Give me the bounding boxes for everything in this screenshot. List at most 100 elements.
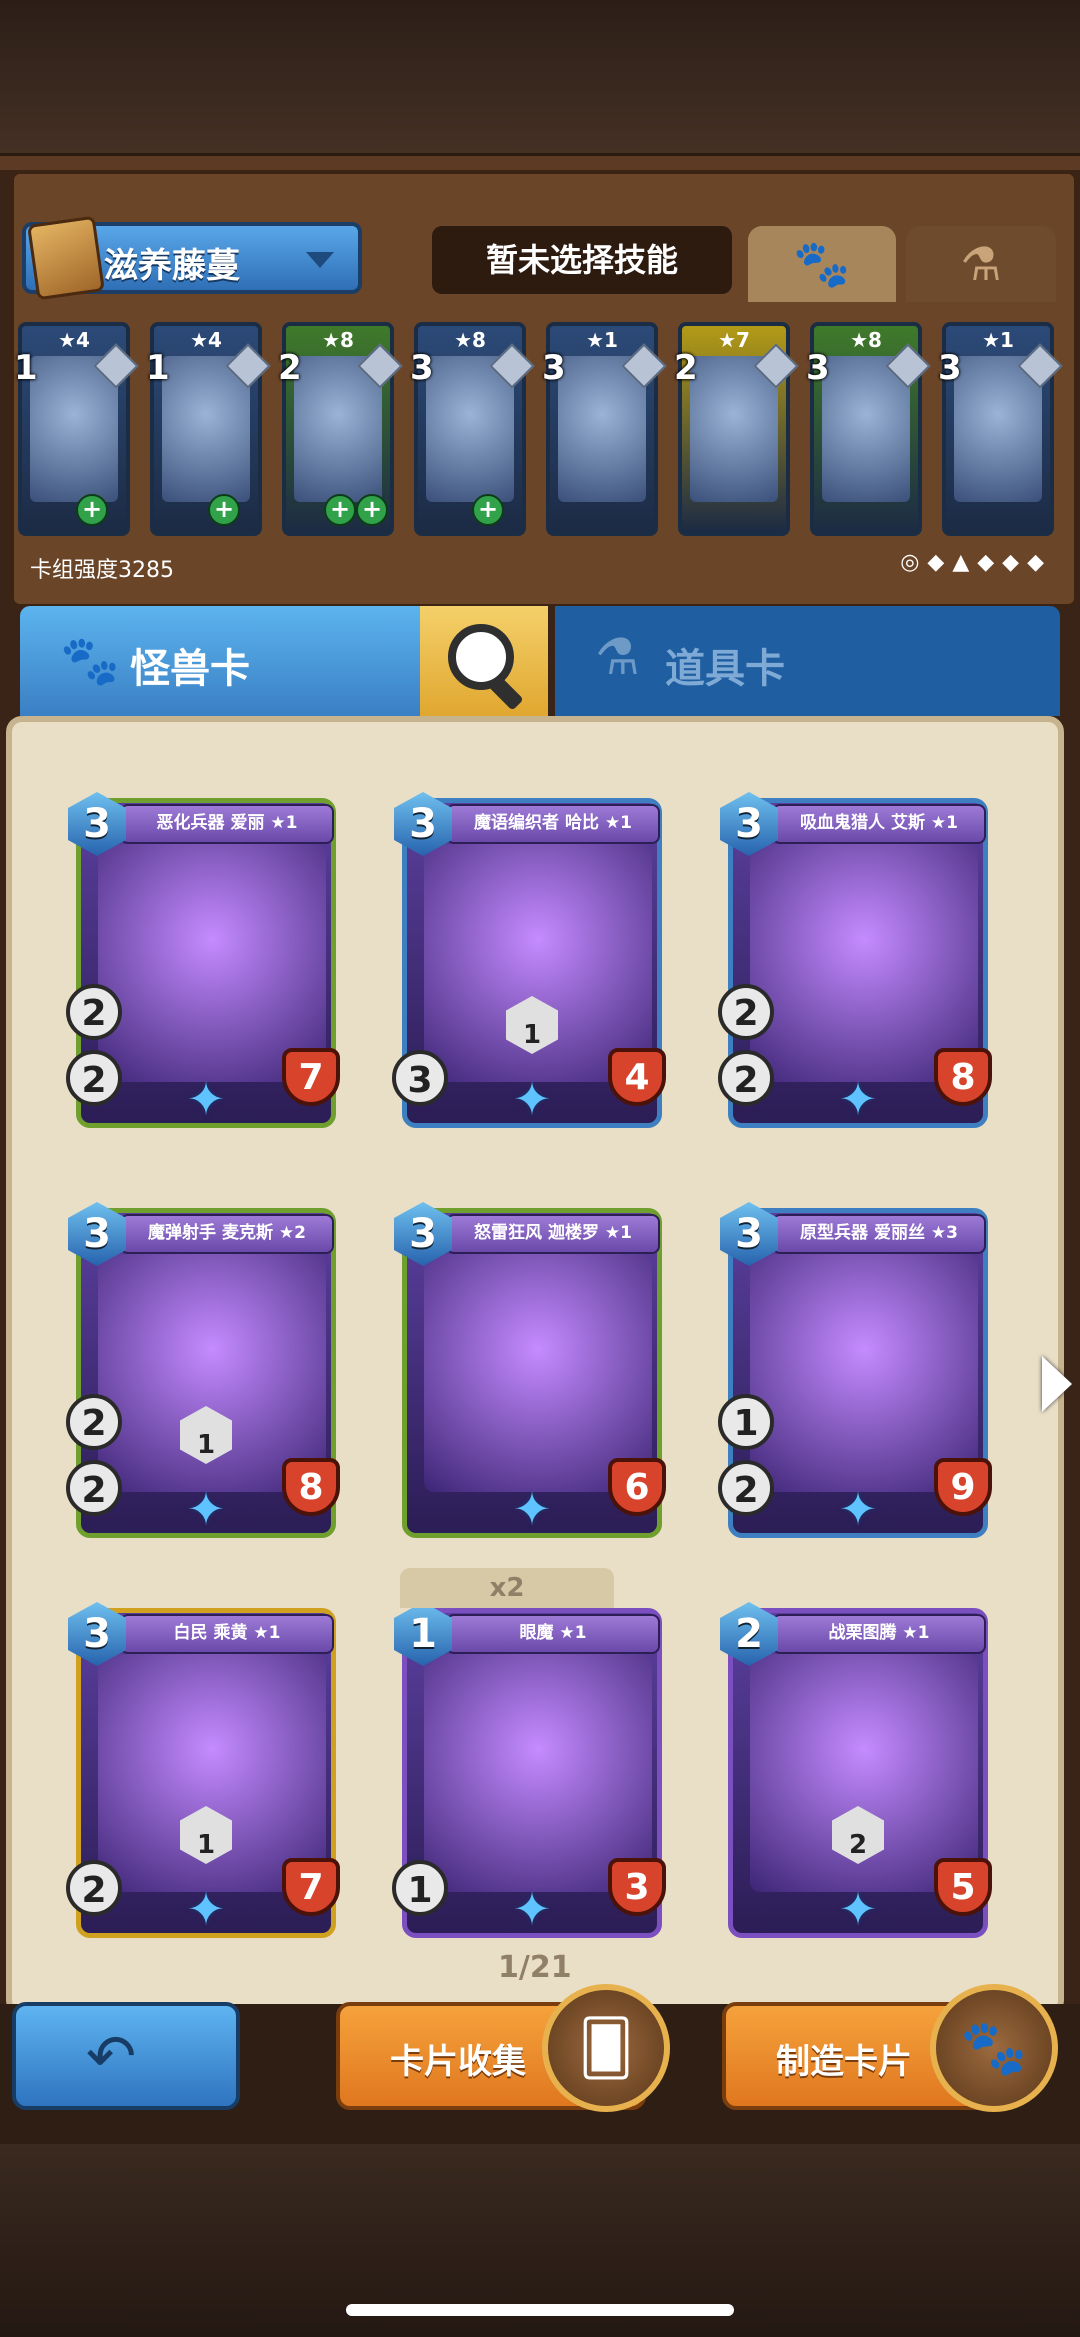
mana-cost: 1	[146, 348, 170, 388]
rarity-star-icon: ✦	[512, 1882, 552, 1936]
health-stat: 7	[282, 1858, 340, 1916]
tab-monster-label: 怪兽卡	[130, 646, 250, 692]
search-button[interactable]	[420, 606, 548, 716]
card-collection-label: 卡片收集	[390, 2042, 526, 2082]
health-stat: 8	[282, 1458, 340, 1516]
card-name: 魔语编织者 哈比 ★1	[446, 804, 660, 844]
speed-stat: 1	[718, 1394, 774, 1450]
top-wood-background	[0, 0, 1080, 170]
rarity-star-icon: ✦	[838, 1482, 878, 1536]
deck-mini-card[interactable]: ★8 3 +	[410, 322, 535, 536]
mana-cost: 2	[278, 348, 302, 388]
health-stat: 6	[608, 1458, 666, 1516]
attack-stat: 2	[718, 1460, 774, 1516]
monster-card[interactable]: 眼魔 ★1 1 1 3 ✦	[392, 1602, 666, 1938]
rarity-star-icon: ✦	[512, 1072, 552, 1126]
card-name: 吸血鬼猎人 艾斯 ★1	[772, 804, 986, 844]
paw-icon: 🐾	[60, 633, 120, 689]
tab-prop-label: 道具卡	[665, 646, 785, 692]
back-button[interactable]: ↶	[12, 2002, 240, 2110]
card-name: 眼魔 ★1	[446, 1614, 660, 1654]
mana-cost: 2	[674, 348, 698, 388]
deck-mini-card[interactable]: ★4 1 +	[146, 322, 271, 536]
deck-select-dropdown[interactable]: 滋养藤蔓	[22, 215, 362, 301]
rarity-star-icon: ✦	[838, 1882, 878, 1936]
card-type-tabs: 🐾 怪兽卡 ⚗ 道具卡	[20, 606, 1060, 716]
monster-art	[424, 1254, 652, 1492]
monster-card[interactable]: 魔语编织者 哈比 ★1 3 3 1 4 ✦	[392, 792, 666, 1128]
flask-icon: ⚗	[960, 237, 1002, 291]
deck-name: 滋养藤蔓	[104, 246, 240, 286]
monster-card[interactable]: 恶化兵器 爱丽 ★1 3 2 2 7 ✦	[66, 792, 340, 1128]
mana-cost: 3	[938, 348, 962, 388]
attack-stat: 2	[66, 1860, 122, 1916]
tab-beast-filter[interactable]: 🐾	[748, 226, 896, 302]
deck-power: 卡组强度3285	[30, 558, 174, 583]
card-name: 白民 乘黄 ★1	[120, 1614, 334, 1654]
duplicate-count: x2	[400, 1568, 614, 1608]
tab-prop-cards[interactable]: ⚗ 道具卡	[555, 606, 1060, 716]
health-stat: 3	[608, 1858, 666, 1916]
card-name: 原型兵器 爱丽丝 ★3	[772, 1214, 986, 1254]
monster-card[interactable]: 战栗图腾 ★1 2 2 5 ✦	[720, 1602, 992, 1938]
home-indicator[interactable]	[346, 2304, 734, 2316]
monster-card[interactable]: 吸血鬼猎人 艾斯 ★1 3 2 2 8 ✦	[718, 792, 992, 1128]
attack-stat: 1	[392, 1860, 448, 1916]
deck-mini-card[interactable]: ★1 3	[938, 322, 1063, 536]
health-stat: 8	[934, 1048, 992, 1106]
upgrade-plus-icon: +	[356, 494, 388, 526]
monster-card[interactable]: 白民 乘黄 ★1 3 2 1 7 ✦	[66, 1602, 340, 1938]
speed-stat: 2	[718, 984, 774, 1040]
speed-stat: 2	[66, 1394, 122, 1450]
monster-card[interactable]: 怒雷狂风 迦楼罗 ★1 3 6 ✦	[394, 1202, 666, 1538]
rarity-star-icon: ✦	[186, 1072, 226, 1126]
mana-cost: 3	[806, 348, 830, 388]
element-icons: ◎◆▲◆◆◆	[900, 550, 1052, 575]
deck-mini-card[interactable]: ★4 1 +	[14, 322, 139, 536]
deck-mini-card[interactable]: ★8 2 + +	[278, 322, 403, 536]
page-indicator: 1/21	[498, 1950, 572, 1985]
rarity-star-icon: ✦	[512, 1482, 552, 1536]
back-arrow-icon: ↶	[86, 2022, 137, 2092]
skill-select-button[interactable]: 暂未选择技能	[432, 226, 732, 294]
craft-card-label: 制造卡片	[776, 2042, 912, 2082]
upgrade-plus-icon: +	[76, 494, 108, 526]
monster-card[interactable]: 原型兵器 爱丽丝 ★3 3 1 2 9 ✦	[718, 1202, 992, 1538]
upgrade-plus-icon: +	[324, 494, 356, 526]
mana-cost: 3	[410, 348, 434, 388]
flask-icon: ⚗	[595, 628, 640, 686]
deck-mini-card[interactable]: ★1 3	[542, 322, 667, 536]
rarity-star-icon: ✦	[186, 1482, 226, 1536]
mana-cost: 1	[14, 348, 38, 388]
attack-stat: 3	[392, 1050, 448, 1106]
health-stat: 5	[934, 1858, 992, 1916]
attack-stat: 2	[66, 1460, 122, 1516]
upgrade-plus-icon: +	[208, 494, 240, 526]
card-pack-icon[interactable]: 🂠	[542, 1984, 670, 2112]
upgrade-plus-icon: +	[472, 494, 504, 526]
health-stat: 7	[282, 1048, 340, 1106]
card-name: 魔弹射手 麦克斯 ★2	[120, 1214, 334, 1254]
attack-stat: 2	[66, 1050, 122, 1106]
tab-potion-filter[interactable]: ⚗	[906, 226, 1056, 302]
rarity-star-icon: ✦	[838, 1072, 878, 1126]
card-name: 恶化兵器 爱丽 ★1	[120, 804, 334, 844]
monster-art	[750, 1254, 978, 1492]
monster-card[interactable]: 魔弹射手 麦克斯 ★2 3 2 2 1 8 ✦	[66, 1202, 340, 1538]
card-name: 战栗图腾 ★1	[772, 1614, 986, 1654]
monster-art	[98, 844, 326, 1082]
rarity-star-icon: ✦	[186, 1882, 226, 1936]
next-page-arrow[interactable]	[1042, 1356, 1072, 1412]
card-name: 怒雷狂风 迦楼罗 ★1	[446, 1214, 660, 1254]
mana-cost: 3	[542, 348, 566, 388]
paw-potion-icon[interactable]: 🐾	[930, 1984, 1058, 2112]
monster-art	[424, 1654, 652, 1892]
chevron-down-icon	[306, 252, 334, 268]
attack-stat: 2	[718, 1050, 774, 1106]
monster-art	[750, 844, 978, 1082]
deck-mini-card[interactable]: ★8 3	[806, 322, 931, 536]
speed-stat: 2	[66, 984, 122, 1040]
deck-mini-card[interactable]: ★7 2	[674, 322, 799, 536]
health-stat: 4	[608, 1048, 666, 1106]
health-stat: 9	[934, 1458, 992, 1516]
